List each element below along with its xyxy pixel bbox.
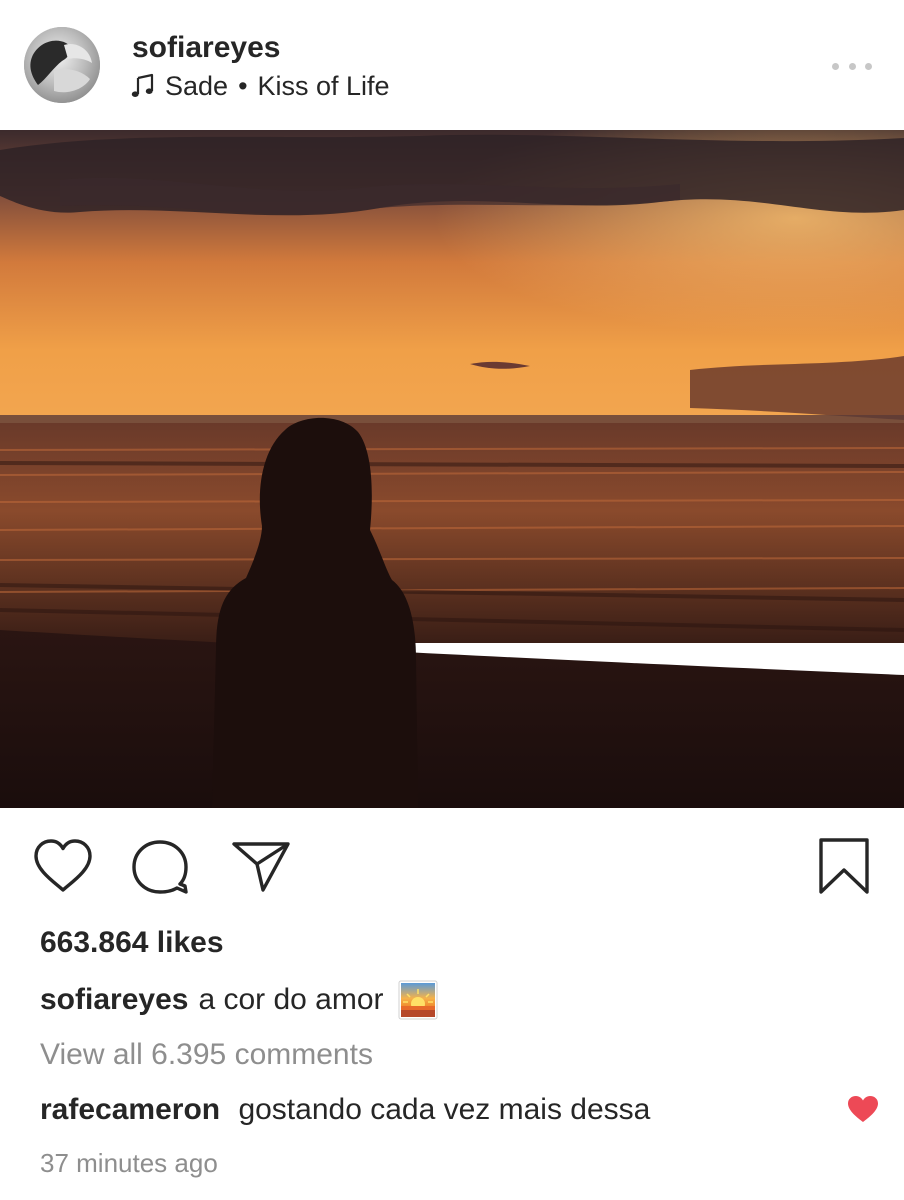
likes-count[interactable]: 663.864 likes [40,925,224,961]
caption-text: a cor do amor [198,983,384,1016]
heart-icon[interactable] [32,838,94,894]
comment-bubble-icon[interactable] [130,838,190,896]
music-attribution[interactable]: Sade • Kiss of Life [130,70,390,102]
post-header: sofiareyes Sade • Kiss of Life [0,0,904,130]
more-dot [865,62,872,70]
music-artist: Sade [165,71,229,101]
paper-plane-icon[interactable] [230,838,292,894]
action-bar [0,808,904,918]
bookmark-icon[interactable] [816,836,872,896]
heart-filled-icon[interactable] [846,1094,880,1124]
music-song: Kiss of Life [257,71,390,101]
music-separator: • [238,71,248,101]
comment-item: rafecameron gostando cada vez mais dessa [40,1092,650,1128]
caption-username[interactable]: sofiareyes [40,980,188,1020]
instagram-post: sofiareyes Sade • Kiss of Life 663.864 l… [0,0,904,1200]
sunset-beach-photo [0,130,904,808]
comment-text: gostando cada vez mais dessa [238,1093,651,1126]
post-username[interactable]: sofiareyes [132,30,280,66]
sunrise-emoji-icon [398,980,438,1020]
comment-username[interactable]: rafecameron [40,1093,220,1126]
more-dot [832,62,839,70]
post-timestamp: 37 minutes ago [40,1148,218,1178]
view-all-comments-link[interactable]: View all 6.395 comments [40,1037,373,1073]
more-dot [848,62,856,70]
post-photo[interactable] [0,130,904,808]
music-note-icon [130,73,156,99]
avatar-image [24,27,100,103]
avatar[interactable] [24,27,100,103]
caption: sofiareyes a cor do amor [40,980,438,1020]
more-options-icon[interactable] [832,56,872,76]
